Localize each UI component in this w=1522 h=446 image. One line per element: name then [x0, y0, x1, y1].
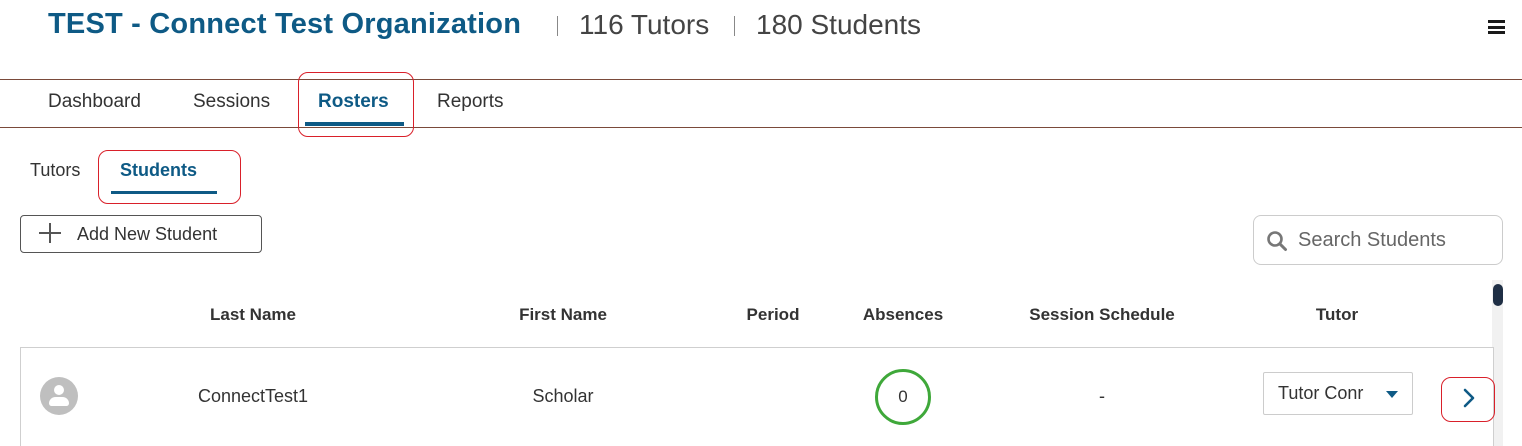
header-separator: [557, 16, 558, 36]
absences-badge: 0: [875, 369, 931, 425]
tutors-count: 116 Tutors: [579, 9, 710, 40]
page-header: TEST - Connect Test Organization 116 Tut…: [0, 0, 1522, 80]
plus-icon: [38, 221, 62, 245]
main-nav: Dashboard Sessions Rosters Reports: [0, 80, 1522, 128]
search-box[interactable]: [1253, 215, 1503, 265]
hamburger-menu-icon[interactable]: [1488, 20, 1505, 34]
highlight-row-arrow: [1441, 377, 1495, 422]
column-header-tutor[interactable]: Tutor: [1316, 305, 1358, 325]
header-separator: [734, 16, 735, 36]
scrollbar-thumb[interactable]: [1493, 284, 1503, 306]
cell-first-name: Scholar: [532, 386, 594, 406]
column-header-period[interactable]: Period: [747, 305, 800, 325]
column-header-first-name[interactable]: First Name: [519, 305, 607, 325]
tutor-select[interactable]: Tutor Conr: [1263, 372, 1413, 415]
cell-last-name: ConnectTest1: [197, 386, 309, 406]
organization-title: TEST - Connect Test Organization: [48, 8, 522, 40]
search-icon: [1267, 231, 1287, 251]
column-header-absences[interactable]: Absences: [863, 305, 943, 325]
tab-reports[interactable]: Reports: [437, 91, 504, 113]
absences-value: 0: [898, 387, 908, 406]
tab-dashboard[interactable]: Dashboard: [48, 91, 141, 113]
column-header-last-name[interactable]: Last Name: [210, 305, 296, 325]
add-new-student-label: Add New Student: [77, 224, 218, 244]
students-count: 180 Students: [756, 9, 922, 40]
add-new-student-button[interactable]: Add New Student: [20, 215, 262, 253]
tutor-select-value: Tutor Conr: [1278, 383, 1364, 403]
search-input[interactable]: [1298, 226, 1494, 254]
column-header-session-schedule[interactable]: Session Schedule: [1029, 305, 1175, 325]
tab-sessions[interactable]: Sessions: [193, 91, 270, 113]
highlight-students-subtab: [98, 150, 241, 204]
user-avatar-icon: [40, 377, 78, 415]
highlight-rosters-tab: [298, 72, 414, 137]
caret-down-icon: [1386, 391, 1398, 398]
cell-session-schedule: -: [1099, 386, 1105, 406]
subtab-tutors[interactable]: Tutors: [30, 160, 80, 181]
